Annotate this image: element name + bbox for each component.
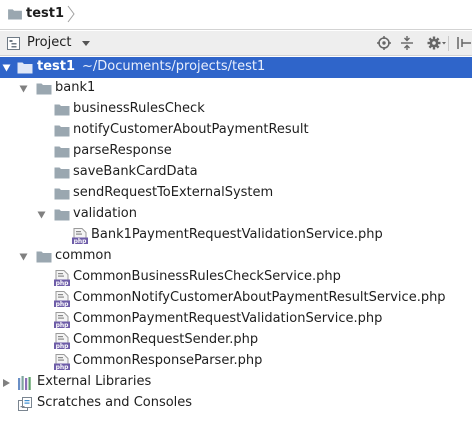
tree-file[interactable]: CommonNotifyCustomerAboutPaymentResultSe… xyxy=(0,288,472,309)
folder-icon xyxy=(36,250,52,263)
tree-item-label: validation xyxy=(73,206,138,221)
tree-item-label: CommonRequestSender.php xyxy=(73,332,259,347)
expanded-arrow-icon[interactable] xyxy=(19,85,28,93)
collapse-all-icon[interactable] xyxy=(399,35,415,51)
php-file-icon xyxy=(54,270,70,286)
tree-folder[interactable]: businessRulesCheck xyxy=(0,99,472,120)
tree-file[interactable]: CommonResponseParser.php xyxy=(0,351,472,372)
breadcrumb: test1 xyxy=(0,0,472,30)
library-icon xyxy=(18,376,31,390)
collapsed-arrow-icon[interactable] xyxy=(2,379,11,387)
project-toolbar: Project xyxy=(0,31,472,56)
php-file-icon xyxy=(54,333,70,349)
tree-item-label: Bank1PaymentRequestValidationService.php xyxy=(91,227,383,242)
folder-icon xyxy=(54,208,70,221)
tree-folder[interactable]: sendRequestToExternalSystem xyxy=(0,183,472,204)
scratches-icon xyxy=(18,397,32,411)
tree-item-label: parseResponse xyxy=(73,143,172,158)
tree-item-label: CommonBusinessRulesCheckService.php xyxy=(73,269,341,284)
folder-icon xyxy=(36,82,52,95)
php-file-icon xyxy=(54,354,70,370)
tree-file[interactable]: CommonRequestSender.php xyxy=(0,330,472,351)
folder-icon xyxy=(54,124,70,137)
php-file-icon xyxy=(54,291,70,307)
tree-item-path: ~/Documents/projects/test1 xyxy=(82,59,266,74)
tree-folder-bank1[interactable]: bank1 xyxy=(0,78,472,99)
tree-item-label: notifyCustomerAboutPaymentResult xyxy=(73,122,309,137)
locate-icon[interactable] xyxy=(376,35,392,51)
tree-item-label: sendRequestToExternalSystem xyxy=(73,185,274,200)
expanded-arrow-icon[interactable] xyxy=(19,253,28,261)
folder-icon xyxy=(54,145,70,158)
tree-item-label: CommonResponseParser.php xyxy=(73,353,263,368)
view-selector[interactable]: Project xyxy=(27,35,71,50)
toolbar-divider xyxy=(448,36,449,51)
tree-scratches[interactable]: Scratches and Consoles xyxy=(0,393,472,414)
folder-icon xyxy=(17,61,33,74)
folder-icon xyxy=(54,166,70,179)
tree-item-label: External Libraries xyxy=(37,374,152,389)
expanded-arrow-icon[interactable] xyxy=(2,64,11,72)
expanded-arrow-icon[interactable] xyxy=(37,211,46,219)
folder-icon xyxy=(7,8,23,20)
tree-folder-validation[interactable]: validation xyxy=(0,204,472,225)
tree-item-label: CommonPaymentRequestValidationService.ph… xyxy=(73,311,383,326)
php-file-icon xyxy=(54,312,70,328)
folder-icon xyxy=(54,103,70,116)
php-file-icon xyxy=(72,228,88,244)
tree-file[interactable]: CommonPaymentRequestValidationService.ph… xyxy=(0,309,472,330)
tree-external-libraries[interactable]: External Libraries xyxy=(0,372,472,393)
gear-icon[interactable] xyxy=(427,35,447,51)
tree-item-label: businessRulesCheck xyxy=(73,101,205,116)
folder-icon xyxy=(54,187,70,200)
tree-folder-common[interactable]: common xyxy=(0,246,472,267)
tree-item-label: common xyxy=(55,248,112,263)
tree-file[interactable]: Bank1PaymentRequestValidationService.php xyxy=(0,225,472,246)
project-view-icon xyxy=(7,37,20,50)
tree-root-test1[interactable]: test1 ~/Documents/projects/test1 xyxy=(0,57,472,78)
tree-item-label: bank1 xyxy=(55,80,96,95)
tree-folder[interactable]: notifyCustomerAboutPaymentResult xyxy=(0,120,472,141)
tree-item-label: test1 xyxy=(37,59,76,74)
tree-item-label: Scratches and Consoles xyxy=(37,395,193,410)
chevron-down-icon[interactable] xyxy=(82,41,90,46)
hide-panel-icon[interactable] xyxy=(456,35,472,51)
tree-item-label: CommonNotifyCustomerAboutPaymentResultSe… xyxy=(73,290,446,305)
chevron-right-icon xyxy=(67,5,75,23)
tree-folder[interactable]: saveBankCardData xyxy=(0,162,472,183)
breadcrumb-project[interactable]: test1 xyxy=(26,6,64,21)
tree-folder[interactable]: parseResponse xyxy=(0,141,472,162)
tree-file[interactable]: CommonBusinessRulesCheckService.php xyxy=(0,267,472,288)
tree-item-label: saveBankCardData xyxy=(73,164,198,179)
